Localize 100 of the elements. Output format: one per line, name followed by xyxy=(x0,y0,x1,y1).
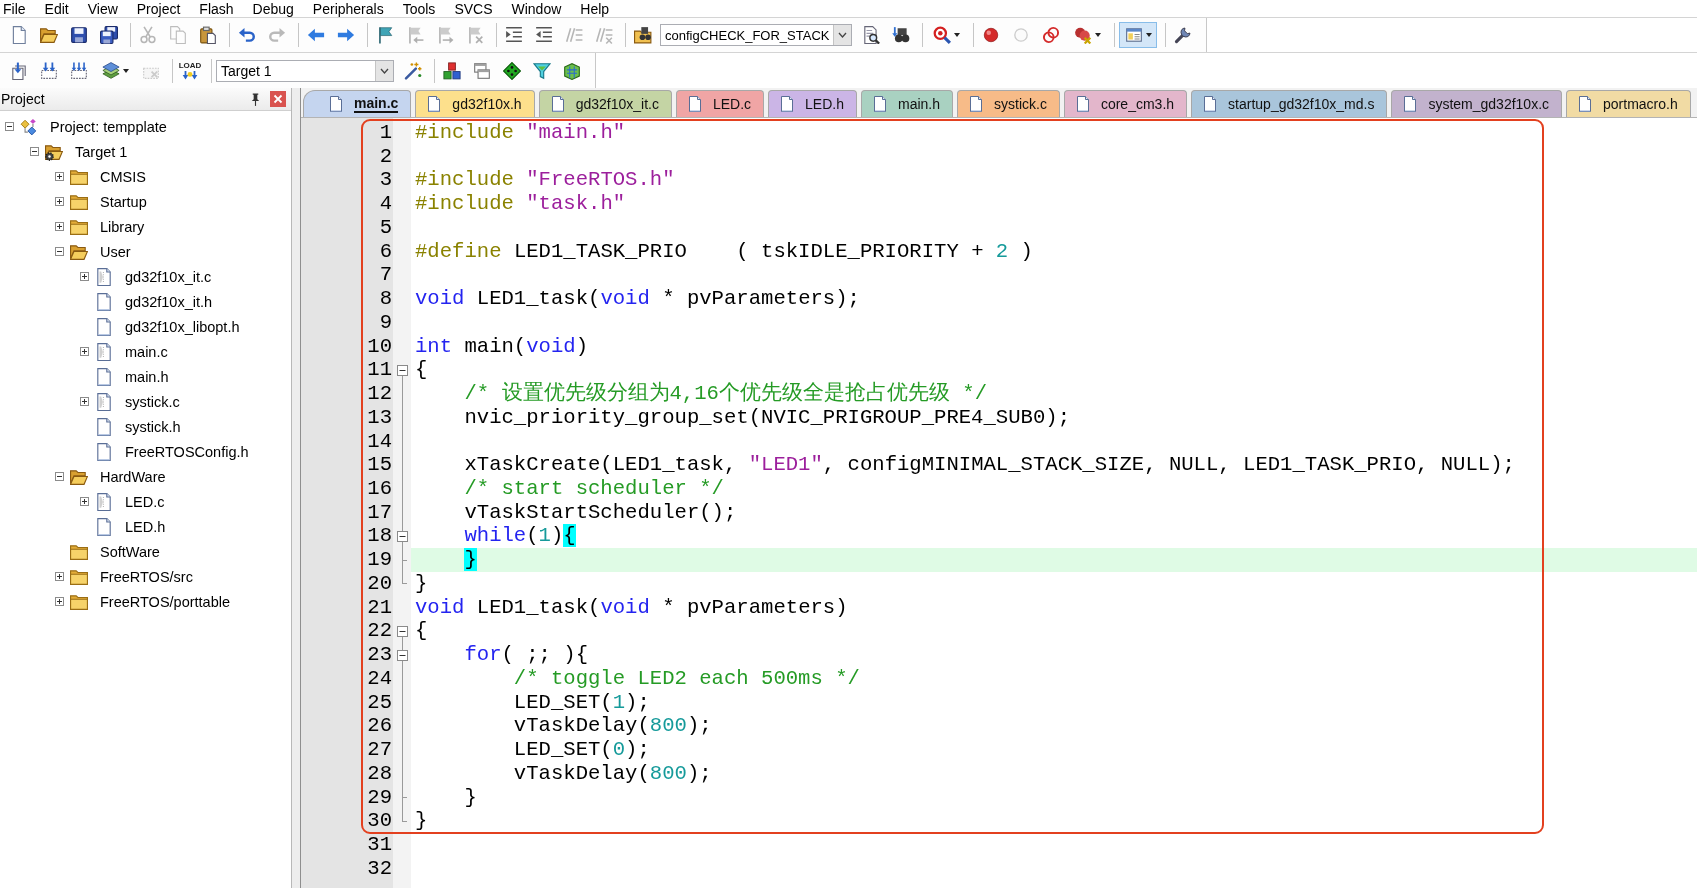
plus-box-icon[interactable] xyxy=(55,572,64,581)
document-icon xyxy=(872,96,888,112)
plus-box-icon[interactable] xyxy=(80,497,89,506)
file-tab[interactable]: main.h xyxy=(861,90,954,117)
tree-item[interactable]: FreeRTOSConfig.h xyxy=(125,443,249,460)
menu-item[interactable]: Tools xyxy=(402,0,436,17)
flag-right-arrow-icon xyxy=(436,26,454,44)
menu-item[interactable]: Project xyxy=(136,0,181,17)
document-icon xyxy=(95,367,113,386)
line-number: 1 xyxy=(379,121,392,145)
document-icon xyxy=(95,317,113,336)
caret-down-icon xyxy=(122,68,129,73)
tree-item[interactable]: gd32f10x_it.h xyxy=(125,293,213,310)
code-line: } xyxy=(415,571,428,595)
code-line: #define LED1_TASK_PRIO ( tskIDLE_PRIORITY + 2 ) xyxy=(415,239,1033,263)
window-layout-button[interactable] xyxy=(1119,22,1158,48)
down-arrows-icon xyxy=(181,70,199,80)
menu-item[interactable]: Debug xyxy=(252,0,294,17)
file-tab[interactable]: gd32f10x.h xyxy=(415,90,535,117)
menu-item[interactable]: SVCS xyxy=(454,0,493,17)
minus-box-icon[interactable] xyxy=(30,147,39,156)
file-tab[interactable]: LED.h xyxy=(768,90,857,117)
line-number: 32 xyxy=(367,856,392,881)
file-tab[interactable]: systick.c xyxy=(957,90,1060,117)
tree-item[interactable]: Startup xyxy=(100,193,147,210)
tree-item[interactable]: CMSIS xyxy=(100,168,146,185)
three-blocks-icon xyxy=(443,61,461,80)
file-tab[interactable]: startup_gd32f10x_md.s xyxy=(1191,90,1388,117)
plus-box-icon[interactable] xyxy=(55,597,64,606)
file-tab[interactable]: core_cm3.h xyxy=(1063,90,1188,117)
tree-item[interactable]: SoftWare xyxy=(100,543,160,560)
line-number: 18 xyxy=(367,524,392,549)
menu-item[interactable]: File xyxy=(3,0,26,17)
caret-down-icon[interactable] xyxy=(833,25,852,45)
tree-item[interactable]: FreeRTOS/porttable xyxy=(100,593,231,610)
minus-box-icon[interactable] xyxy=(396,530,408,542)
folder-icon xyxy=(70,542,88,561)
document-icon xyxy=(95,517,113,536)
line-number: 23 xyxy=(367,643,392,667)
tree-item[interactable]: systick.c xyxy=(125,393,180,410)
minus-box-icon[interactable] xyxy=(55,247,64,256)
plus-box-icon[interactable] xyxy=(80,272,89,281)
tree-item[interactable]: gd32f10x_libopt.h xyxy=(125,318,240,335)
menu-item[interactable]: Flash xyxy=(199,0,234,17)
line-number: 8 xyxy=(379,287,392,311)
minus-box-icon[interactable] xyxy=(55,472,64,481)
minus-box-icon[interactable] xyxy=(396,625,408,637)
find-text-dropdown[interactable]: configCHECK_FOR_STACK xyxy=(660,24,853,46)
tree-item[interactable]: HardWare xyxy=(100,468,166,485)
tree-item[interactable]: main.h xyxy=(125,368,169,385)
pin-icon[interactable] xyxy=(250,92,261,106)
menu-item[interactable]: Peripherals xyxy=(312,0,384,17)
tree-item[interactable]: systick.h xyxy=(125,418,181,435)
line-number: 19 xyxy=(367,548,392,572)
open-folder-icon xyxy=(70,242,88,261)
code-line: } xyxy=(463,785,477,809)
tree-item[interactable]: Target 1 xyxy=(75,143,128,160)
code-line: nvic_priority_group_set(NVIC_PRIGROUP_PRE4_SUB0); xyxy=(463,405,1070,429)
download-button[interactable]: LOAD xyxy=(177,56,203,85)
file-tab[interactable]: portmacro.h xyxy=(1566,90,1691,117)
plus-box-icon[interactable] xyxy=(55,197,64,206)
file-tab[interactable]: gd32f10x_it.c xyxy=(538,90,672,117)
tree-item[interactable]: LED.c xyxy=(125,493,165,510)
caret-down-icon[interactable] xyxy=(375,60,393,81)
code-line: int main(void) xyxy=(415,334,589,358)
plus-box-icon[interactable] xyxy=(80,347,89,356)
diamond-dots-icon xyxy=(503,61,521,80)
tree-item[interactable]: Library xyxy=(100,218,145,235)
close-button[interactable] xyxy=(270,91,286,107)
document-icon xyxy=(686,96,703,112)
tree-item[interactable]: LED.h xyxy=(125,518,166,535)
line-number: 29 xyxy=(367,785,392,810)
tree-item[interactable]: main.c xyxy=(125,343,168,360)
slashes-cross-icon xyxy=(595,26,613,44)
tree-item[interactable]: User xyxy=(100,243,131,260)
file-tab[interactable]: system_gd32f10x.c xyxy=(1391,90,1563,117)
file-tab[interactable]: LED.c xyxy=(675,90,765,117)
magnifier-icon xyxy=(933,26,951,44)
document-icon xyxy=(779,96,796,112)
minus-box-icon[interactable] xyxy=(396,364,408,376)
tree-item[interactable]: gd32f10x_it.c xyxy=(125,268,212,285)
line-number: 4 xyxy=(379,192,392,216)
plus-box-icon[interactable] xyxy=(80,397,89,406)
menu-item[interactable]: Edit xyxy=(44,0,69,17)
pages-arrow-icon xyxy=(10,61,28,80)
tree-item[interactable]: Project: tempplate xyxy=(50,118,167,135)
plus-box-icon[interactable] xyxy=(55,222,64,231)
menu-item[interactable]: View xyxy=(87,0,118,17)
caret-down-icon xyxy=(1095,33,1101,37)
tree-item[interactable]: FreeRTOS/src xyxy=(100,568,193,585)
open-folder-icon xyxy=(40,26,58,44)
code-line: void LED1_task(void * pvParameters); xyxy=(415,287,860,311)
menu-item[interactable]: Window xyxy=(511,0,562,17)
target-dropdown[interactable]: Target 1 xyxy=(216,59,394,82)
file-tab[interactable]: main.c xyxy=(303,90,412,117)
plus-box-icon[interactable] xyxy=(55,172,64,181)
minus-box-icon[interactable] xyxy=(396,649,408,661)
menu-item[interactable]: Help xyxy=(580,0,610,17)
minus-box-icon[interactable] xyxy=(5,122,14,131)
line-number: 6 xyxy=(379,239,392,264)
